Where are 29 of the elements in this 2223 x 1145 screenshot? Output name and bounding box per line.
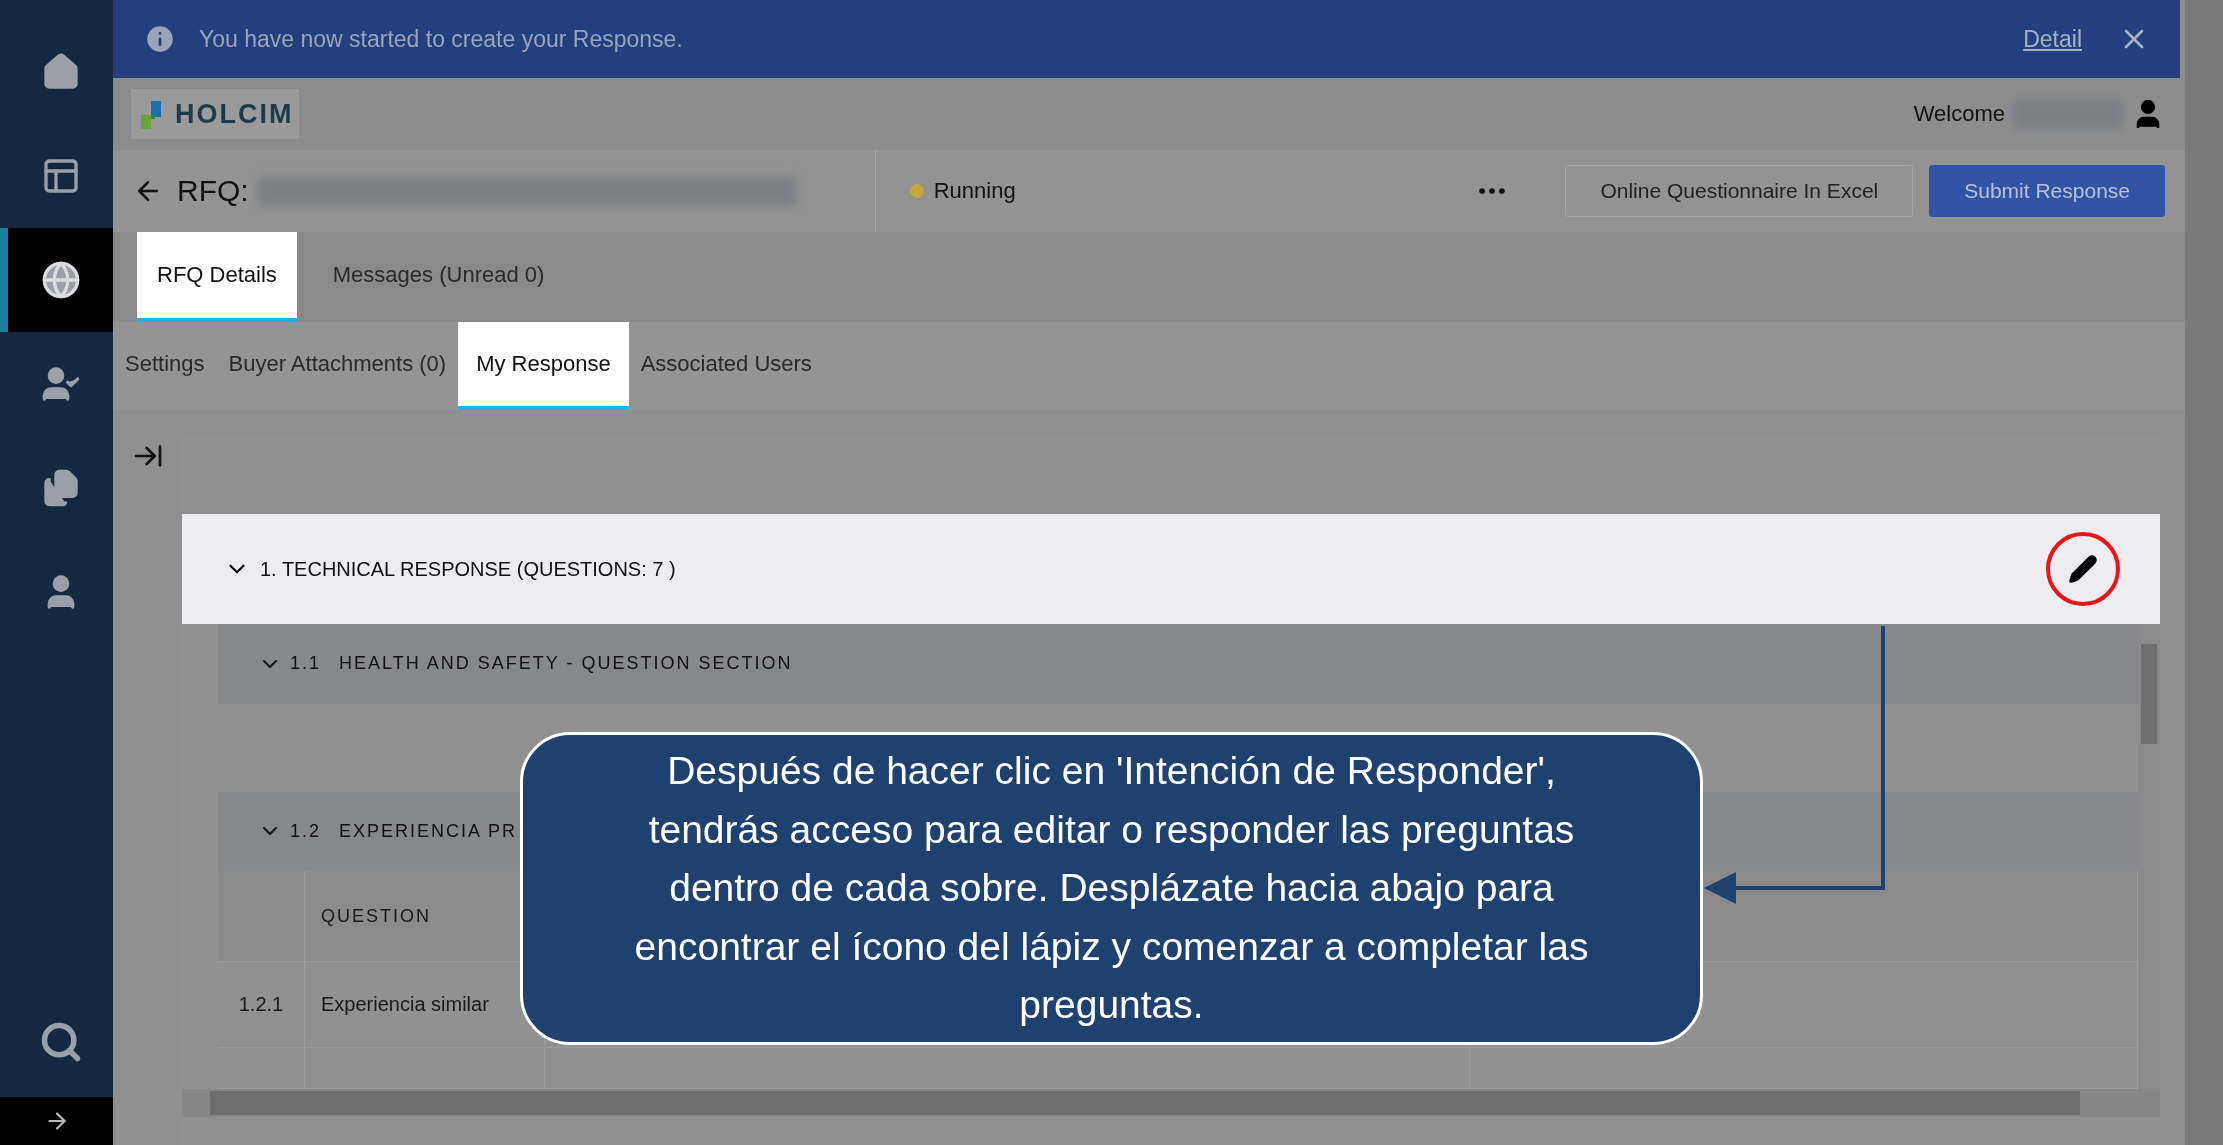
edit-icon[interactable] [2068,554,2098,584]
globe-nav-icon[interactable] [0,228,113,332]
hint-tooltip: Después de hacer clic en 'Intención de Responder', tendrás acceso para editar o responder las preguntas dentro de cada sobre. Desplázate hacia abajo para encontrar el ícono del lápiz y comenzar a completar las preguntas. [520,732,1703,1045]
section-header[interactable]: 1. TECHNICAL RESPONSE (QUESTIONS: 7 ) [182,514,2160,624]
brand-logo: HOLCIM [131,89,300,139]
questionnaire-button[interactable]: Online Questionnaire In Excel [1565,165,1914,217]
tab[interactable]: Messages (Unread 0) [312,232,565,322]
subsection-number: 1.2 [290,820,322,842]
submit-button[interactable]: Submit Response [1929,165,2165,217]
page-scrollbar[interactable] [2185,0,2223,1145]
subsection-number: 1.1 [290,653,322,675]
detail-link[interactable]: Detail [2023,25,2082,53]
status-text: Running [933,178,1016,204]
section-title: 1. TECHNICAL RESPONSE (QUESTIONS: 7 ) [260,557,676,581]
status-dot [909,184,924,198]
subtab[interactable]: Associated Users [628,322,824,410]
banner-message: You have now started to create your Response. [199,25,684,53]
subtab[interactable]: Settings [113,322,217,410]
welcome-text: Welcome [1913,101,2005,127]
vertical-scrollbar[interactable] [2138,624,2160,1089]
rfq-title: RFQ: [177,174,249,208]
subtab[interactable]: My Response [458,322,629,410]
table-cell: 1.2.1 [218,962,305,1048]
subtab[interactable]: Buyer Attachments (0) [216,322,459,410]
subsection-header[interactable]: 1.1 HEALTH AND SAFETY - QUESTION SECTION [218,624,2138,704]
subsection-title: HEALTH AND SAFETY - QUESTION SECTION [339,653,793,675]
horizontal-scrollbar[interactable] [182,1089,2160,1117]
tab[interactable]: RFQ Details [137,232,297,322]
subsection-title: EXPERIENCIA PR [339,820,518,842]
